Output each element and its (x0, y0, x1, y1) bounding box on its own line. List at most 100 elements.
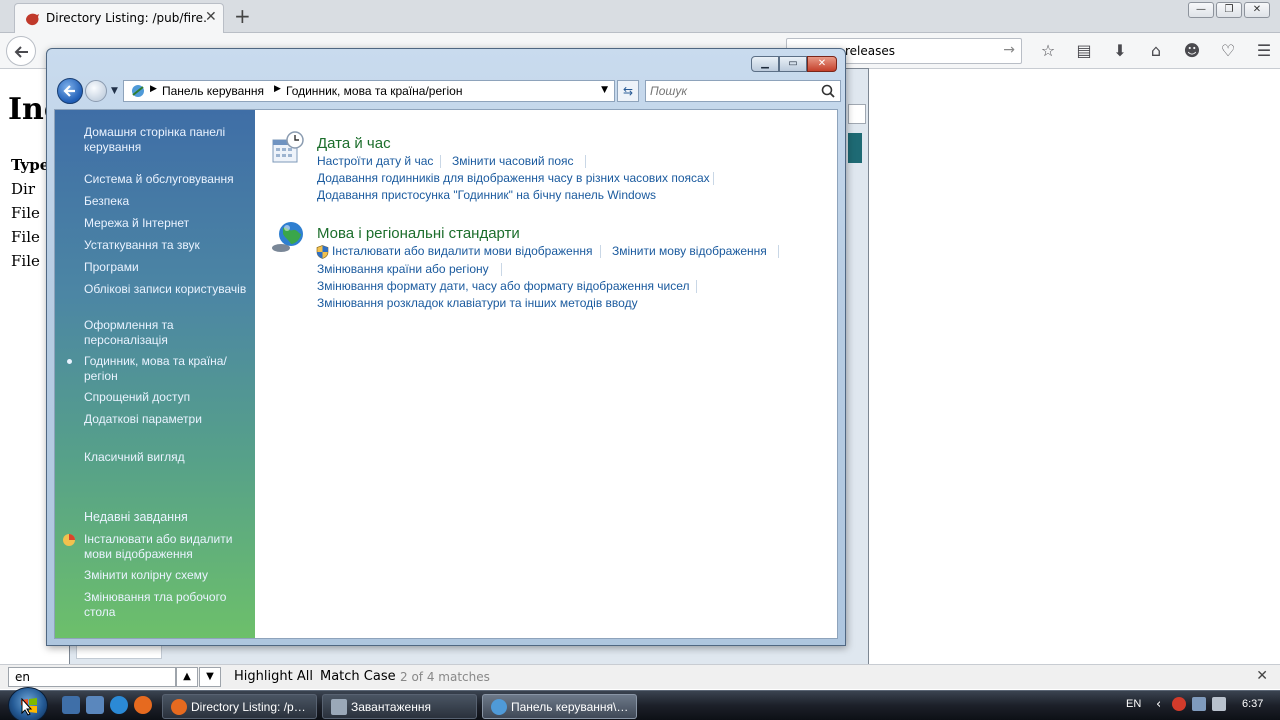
find-input[interactable] (8, 667, 176, 687)
minimize-icon[interactable]: ▁ (751, 56, 779, 72)
taskbar-button-control-panel[interactable]: Панель керування\… (482, 694, 637, 719)
tab-close-icon[interactable]: ✕ (205, 9, 217, 25)
firefox-icon[interactable] (134, 696, 152, 714)
window-controls: ▁ ▭ ✕ (751, 56, 837, 72)
navigation-bar: ▼ ▶ Панель керування ▶ Годинник, мова та… (55, 77, 841, 107)
hello-icon[interactable]: ☻ (1174, 39, 1210, 63)
home-icon[interactable]: ⌂ (1138, 39, 1174, 63)
highlight-all-button[interactable]: Highlight All (234, 669, 313, 684)
recent-tasks-header: Недавні завдання (84, 510, 188, 524)
category-title-language-region[interactable]: Мова і регіональні стандарти (317, 225, 520, 242)
link-add-clock-gadget[interactable]: Додавання пристосунка "Годинник" на бічн… (317, 188, 656, 202)
taskbar-button-label: Панель керування\… (511, 700, 629, 714)
control-panel-window: ▁ ▭ ✕ ▼ ▶ Панель керування ▶ Годинник, м… (46, 48, 846, 646)
calendar-clock-icon (272, 131, 304, 163)
downloads-window-icon (331, 699, 347, 715)
link-separator (778, 245, 779, 258)
sidebar-item-system[interactable]: Система й обслуговування (84, 172, 249, 187)
listing-row: File (11, 204, 40, 222)
switch-windows-icon[interactable] (86, 696, 104, 714)
sidebar-item-hardware-sound[interactable]: Устаткування та звук (84, 238, 249, 253)
find-close-icon[interactable]: ✕ (1256, 668, 1268, 684)
search-go-icon[interactable]: → (1003, 42, 1015, 58)
task-pane: Домашня сторінка панелі керування Систем… (55, 110, 255, 638)
find-status: 2 of 4 matches (400, 670, 490, 684)
clock[interactable]: 6:37 (1242, 698, 1263, 710)
taskbar-button-downloads[interactable]: Завантаження (322, 694, 477, 719)
link-change-time-zone[interactable]: Змінити часовий пояс (452, 154, 574, 168)
address-bar[interactable]: ▶ Панель керування ▶ Годинник, мова та к… (123, 80, 615, 102)
search-input[interactable] (650, 83, 820, 99)
show-desktop-icon[interactable] (62, 696, 80, 714)
sidebar-link-home[interactable]: Домашня сторінка панелі керування (84, 125, 249, 155)
sidebar-link-classic-view[interactable]: Класичний вигляд (84, 450, 249, 465)
match-case-button[interactable]: Match Case (320, 669, 396, 684)
bookmark-star-icon[interactable]: ☆ (1030, 39, 1066, 63)
link-set-date-time[interactable]: Настроїти дату й час (317, 154, 433, 168)
tab-title: Directory Listing: /pub/fire… (46, 11, 206, 25)
firefox-tab[interactable]: Directory Listing: /pub/fire… ✕ (14, 3, 224, 33)
link-change-display-language[interactable]: Змінити мову відображення (612, 244, 767, 258)
control-panel-body: Домашня сторінка панелі керування Систем… (54, 109, 838, 639)
sidebar-item-ease-of-access[interactable]: Спрощений доступ (84, 390, 249, 405)
control-panel-icon (132, 85, 144, 97)
recent-task-link[interactable]: Змінювання тла робочого стола (84, 590, 249, 620)
download-icon[interactable]: ⬇ (1102, 39, 1138, 63)
menu-icon[interactable]: ☰ (1246, 39, 1280, 63)
link-change-location[interactable]: Змінювання країни або регіону (317, 262, 489, 276)
back-button[interactable] (6, 36, 36, 66)
firefox-window-controls: — ❐ ✕ (1188, 2, 1270, 18)
link-add-clocks[interactable]: Додавання годинників для відображення ча… (317, 171, 710, 185)
link-separator (713, 172, 714, 185)
listing-row: Dir (11, 180, 35, 198)
sidebar-item-additional-options[interactable]: Додаткові параметри (84, 412, 249, 427)
breadcrumb-separator-icon: ▶ (150, 84, 157, 94)
breadcrumb-control-panel[interactable]: Панель керування (162, 84, 264, 98)
address-dropdown-icon[interactable]: ▼ (601, 85, 608, 95)
pocket-icon[interactable]: ♡ (1210, 39, 1246, 63)
recent-task-link[interactable]: Змінити колірну схему (84, 568, 249, 583)
volume-muted-icon[interactable] (1212, 697, 1226, 711)
sidebar-item-programs[interactable]: Програми (84, 260, 249, 275)
back-button[interactable] (57, 78, 83, 104)
listing-row: File (11, 228, 40, 246)
search-box[interactable] (645, 80, 841, 102)
sidebar-item-appearance[interactable]: Оформлення та персоналізація (84, 318, 249, 348)
sidebar-item-network[interactable]: Мережа й Інтернет (84, 216, 249, 231)
link-change-keyboards[interactable]: Змінювання розкладок клавіатури та інших… (317, 296, 638, 310)
language-indicator[interactable]: EN (1126, 698, 1141, 710)
restore-icon[interactable]: ❐ (1216, 2, 1242, 18)
link-separator (600, 245, 601, 258)
minimize-icon[interactable]: — (1188, 2, 1214, 18)
taskbar-button-label: Directory Listing: /p… (191, 700, 306, 714)
category-title-date-time[interactable]: Дата й час (317, 135, 391, 152)
find-previous-icon[interactable]: ▲ (176, 667, 198, 687)
shield-icon (63, 534, 75, 546)
notification-area (1172, 697, 1226, 711)
security-alert-icon[interactable] (1172, 697, 1186, 711)
tray-expand-icon[interactable]: ‹ (1156, 697, 1161, 712)
close-icon[interactable]: ✕ (807, 56, 837, 72)
close-icon[interactable]: ✕ (1244, 2, 1270, 18)
forward-button[interactable] (85, 80, 107, 102)
sidebar-item-security[interactable]: Безпека (84, 194, 249, 209)
taskbar-button-firefox[interactable]: Directory Listing: /p… (162, 694, 317, 719)
category-content: Дата й час Настроїти дату й час Змінити … (255, 110, 837, 638)
maximize-icon[interactable]: ▭ (779, 56, 807, 72)
find-next-icon[interactable]: ▼ (199, 667, 221, 687)
breadcrumb-clock-language-region[interactable]: Годинник, мова та країна/регіон (286, 84, 462, 98)
recent-pages-dropdown-icon[interactable]: ▼ (111, 86, 118, 96)
refresh-icon[interactable]: ⇆ (617, 80, 639, 102)
link-change-formats[interactable]: Змінювання формату дати, часу або формат… (317, 279, 690, 293)
sidebar-item-user-accounts[interactable]: Облікові записи користувачів (84, 282, 249, 297)
sidebar-item-clock-language-region[interactable]: Годинник, мова та країна/регіон (84, 354, 249, 384)
internet-explorer-icon[interactable] (110, 696, 128, 714)
network-icon[interactable] (1192, 697, 1206, 711)
reader-list-icon[interactable]: ▤ (1066, 39, 1102, 63)
recent-task-link[interactable]: Інсталювати або видалити мови відображен… (84, 532, 249, 562)
link-install-display-languages[interactable]: Інсталювати або видалити мови відображен… (332, 244, 592, 258)
new-tab-icon[interactable]: + (234, 4, 251, 28)
find-bar: ▲ ▼ Highlight All Match Case 2 of 4 matc… (0, 664, 1280, 689)
background-window-strip (848, 133, 862, 163)
search-icon[interactable] (820, 83, 836, 99)
